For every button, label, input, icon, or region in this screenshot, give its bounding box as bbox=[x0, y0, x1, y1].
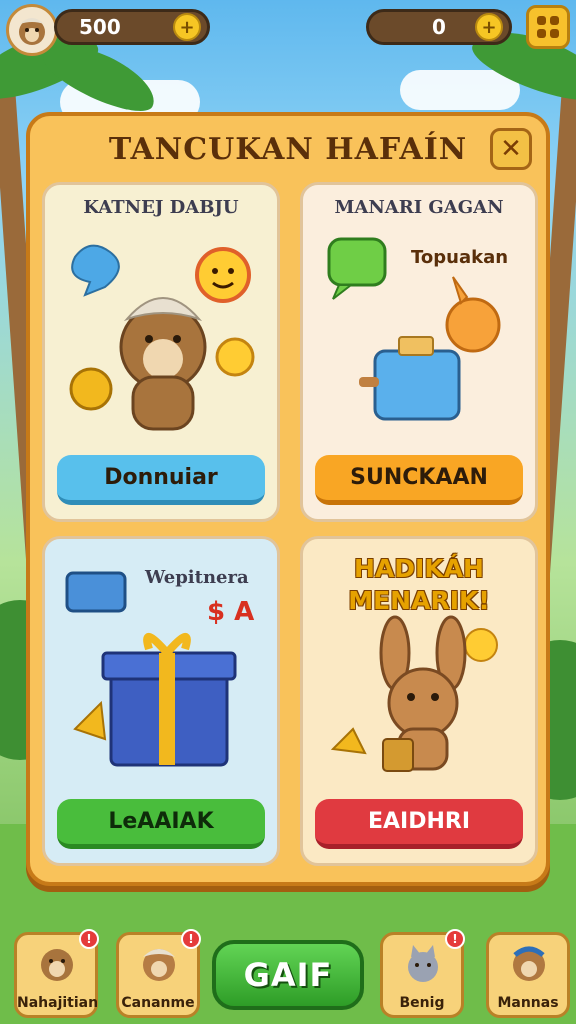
nav-label: Mannas bbox=[497, 995, 559, 1011]
card-1-button[interactable]: Donnuiar bbox=[57, 455, 265, 505]
nav-label: Nahajitian bbox=[17, 995, 99, 1011]
nav-item-1[interactable]: ! Nahajitian bbox=[14, 929, 99, 1018]
bear-character-illustration bbox=[69, 244, 255, 431]
reward-card-1[interactable]: KATNEJ DABJU Donnuiar bbox=[42, 182, 280, 522]
nav-label: Benig bbox=[399, 995, 445, 1011]
card-title: MANARI GAGAN bbox=[334, 197, 504, 218]
reward-card-4[interactable]: HADIKÁH MENARIK! EAIDHRI bbox=[300, 536, 538, 866]
cat-avatar-icon bbox=[408, 945, 438, 982]
notification-badge: ! bbox=[181, 929, 201, 949]
top-bar: 500 + 0 + bbox=[0, 0, 576, 58]
toaster-illustration bbox=[327, 237, 501, 421]
reward-panel: TANCUKAN HAFAÍN ✕ KATNEJ DABJU Donnuiar … bbox=[26, 112, 550, 886]
bear-avatar-icon bbox=[41, 949, 73, 981]
bottom-nav: ! Nahajitian ! Cananme GAIF ! Benig Mann… bbox=[0, 920, 576, 1024]
card-2-button[interactable]: SUNCKAAN bbox=[315, 455, 523, 505]
currency-counter-left: 500 + bbox=[54, 9, 210, 45]
card-3-button[interactable]: LeAAIAK bbox=[57, 799, 265, 849]
plus-icon[interactable]: + bbox=[475, 13, 503, 41]
bear-avatar-icon bbox=[143, 949, 175, 981]
gift-box-illustration bbox=[65, 571, 237, 767]
bear-avatar-icon bbox=[513, 946, 545, 981]
currency-left-value: 500 bbox=[79, 15, 121, 39]
grid-menu-icon bbox=[537, 29, 546, 38]
grid-menu-button[interactable] bbox=[526, 5, 570, 49]
panel-title: TANCUKAN HAFAÍN bbox=[108, 132, 468, 167]
nav-label: Cananme bbox=[121, 995, 195, 1011]
center-action-button[interactable]: GAIF bbox=[212, 940, 364, 1010]
grid-menu-icon bbox=[537, 16, 546, 25]
notification-badge: ! bbox=[445, 929, 465, 949]
card-4-button[interactable]: EAIDHRI bbox=[315, 799, 523, 849]
currency-counter-right: 0 + bbox=[366, 9, 512, 45]
nav-item-4[interactable]: Mannas bbox=[486, 932, 570, 1018]
notification-badge: ! bbox=[79, 929, 99, 949]
reward-card-3[interactable]: Wepitnera $ A LeAAIAK bbox=[42, 536, 280, 866]
card-title: KATNEJ DABJU bbox=[83, 197, 239, 218]
currency-right-value: 0 bbox=[432, 15, 446, 39]
grid-menu-icon bbox=[550, 16, 559, 25]
avatar-icon bbox=[19, 18, 45, 45]
close-icon: ✕ bbox=[500, 134, 522, 164]
nav-item-2[interactable]: ! Cananme bbox=[116, 929, 201, 1018]
grid-menu-icon bbox=[550, 29, 559, 38]
player-avatar[interactable] bbox=[6, 4, 58, 56]
cloud bbox=[400, 70, 520, 110]
plus-icon[interactable]: + bbox=[173, 13, 201, 41]
close-button[interactable]: ✕ bbox=[490, 128, 532, 170]
bunny-character-illustration bbox=[330, 615, 498, 772]
nav-item-3[interactable]: ! Benig bbox=[380, 929, 465, 1018]
reward-card-2[interactable]: MANARI GAGAN Topuakan SUNCKAAN bbox=[300, 182, 538, 522]
